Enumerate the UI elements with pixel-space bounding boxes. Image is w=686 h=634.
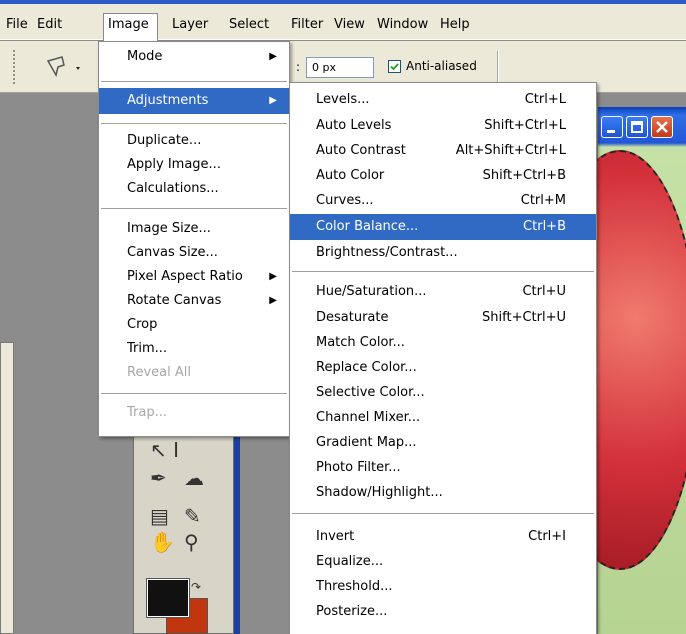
- checkmark-icon: [390, 63, 399, 71]
- custom-shape-icon[interactable]: ☁: [184, 466, 204, 490]
- menu-item-auto-levels[interactable]: Auto Levels Shift+Ctrl+L: [290, 113, 596, 139]
- submenu-arrow-icon: ▶: [269, 51, 277, 62]
- menu-item-replace-color[interactable]: Replace Color...: [290, 355, 596, 381]
- anti-aliased-label: Anti-aliased: [406, 59, 477, 73]
- swap-colors-icon[interactable]: ↷: [191, 575, 201, 599]
- notes-icon[interactable]: ▤: [150, 504, 169, 528]
- menu-item-threshold[interactable]: Threshold...: [290, 574, 596, 600]
- anti-aliased-checkbox[interactable]: [388, 60, 401, 73]
- menu-item-auto-color[interactable]: Auto Color Shift+Ctrl+B: [290, 163, 596, 189]
- eyedropper-icon[interactable]: ✎: [184, 504, 201, 528]
- palette-edge: [0, 342, 14, 634]
- menu-layer[interactable]: Layer: [168, 14, 212, 36]
- feather-label: :: [296, 60, 301, 74]
- menu-item-channel-mixer[interactable]: Channel Mixer...: [290, 405, 596, 431]
- maximize-icon: [631, 121, 643, 133]
- lasso-tool-preset-icon[interactable]: [42, 53, 86, 81]
- minimize-icon: [607, 130, 615, 133]
- menu-item-crop[interactable]: Crop: [99, 312, 289, 338]
- submenu-arrow-icon: ▶: [269, 95, 277, 106]
- menu-item-trim[interactable]: Trim...: [99, 336, 289, 362]
- menu-item-duplicate[interactable]: Duplicate...: [99, 128, 289, 154]
- menu-separator: [101, 81, 287, 82]
- menu-item-invert[interactable]: Invert Ctrl+I: [290, 524, 596, 550]
- zoom-icon[interactable]: ⚲: [184, 530, 199, 554]
- menu-filter[interactable]: Filter: [287, 14, 327, 36]
- move-crop-icon[interactable]: ↖ I: [150, 438, 179, 462]
- menu-file[interactable]: File: [2, 14, 32, 36]
- menu-help[interactable]: Help: [436, 14, 474, 36]
- menu-item-match-color[interactable]: Match Color...: [290, 330, 596, 356]
- menu-item-selective-color[interactable]: Selective Color...: [290, 380, 596, 406]
- menu-item-rotate-canvas[interactable]: Rotate Canvas ▶: [99, 288, 289, 314]
- menu-window[interactable]: Window: [373, 14, 432, 36]
- menu-item-canvas-size[interactable]: Canvas Size...: [99, 240, 289, 266]
- image-menu: Mode ▶ Adjustments ▶ Duplicate... Apply …: [98, 41, 290, 437]
- submenu-arrow-icon: ▶: [269, 271, 277, 282]
- menu-select[interactable]: Select: [225, 14, 273, 36]
- menu-separator: [292, 271, 594, 272]
- menu-item-apply-image[interactable]: Apply Image...: [99, 152, 289, 178]
- submenu-arrow-icon: ▶: [269, 295, 277, 306]
- menu-item-pixel-aspect-ratio[interactable]: Pixel Aspect Ratio ▶: [99, 264, 289, 290]
- foreground-color-swatch[interactable]: [146, 578, 190, 618]
- tools-palette-edge: [234, 420, 240, 634]
- menu-item-gradient-map[interactable]: Gradient Map...: [290, 430, 596, 456]
- options-separator: [497, 51, 499, 85]
- close-icon: [656, 121, 668, 133]
- menu-separator: [101, 123, 287, 124]
- menu-separator: [101, 393, 287, 394]
- hand-icon[interactable]: ✋: [150, 530, 175, 554]
- menu-bar: File Edit Image Layer Select Filter View…: [0, 4, 686, 42]
- menu-item-image-size[interactable]: Image Size...: [99, 216, 289, 242]
- menu-item-posterize[interactable]: Posterize...: [290, 599, 596, 625]
- menu-item-curves[interactable]: Curves... Ctrl+M: [290, 188, 596, 214]
- menu-item-trap: Trap...: [127, 405, 167, 420]
- menu-item-color-balance[interactable]: Color Balance... Ctrl+B: [290, 214, 596, 240]
- menu-item-hue-saturation[interactable]: Hue/Saturation... Ctrl+U: [290, 279, 596, 305]
- menu-view[interactable]: View: [330, 14, 369, 36]
- menu-item-equalize[interactable]: Equalize...: [290, 549, 596, 575]
- feather-input[interactable]: 0 px: [306, 57, 374, 78]
- menu-item-auto-contrast[interactable]: Auto Contrast Alt+Shift+Ctrl+L: [290, 138, 596, 164]
- menu-item-mode[interactable]: Mode ▶: [99, 44, 289, 70]
- menu-item-calculations[interactable]: Calculations...: [99, 176, 289, 202]
- menu-image[interactable]: Image: [103, 13, 158, 42]
- menu-item-desaturate[interactable]: Desaturate Shift+Ctrl+U: [290, 305, 596, 331]
- adjustments-submenu: Levels... Ctrl+L Auto Levels Shift+Ctrl+L …: [289, 82, 597, 634]
- maximize-button[interactable]: [626, 116, 648, 138]
- options-bar-grip[interactable]: [12, 49, 16, 85]
- menu-item-photo-filter[interactable]: Photo Filter...: [290, 455, 596, 481]
- menu-item-brightness-contrast[interactable]: Brightness/Contrast...: [290, 240, 596, 266]
- pen-icon[interactable]: ✒: [150, 466, 167, 490]
- menu-item-levels[interactable]: Levels... Ctrl+L: [290, 87, 596, 113]
- menu-item-adjustments[interactable]: Adjustments ▶: [99, 88, 289, 114]
- menu-edit[interactable]: Edit: [33, 14, 66, 36]
- menu-item-shadow-highlight[interactable]: Shadow/Highlight...: [290, 480, 596, 506]
- menu-separator: [101, 208, 287, 209]
- minimize-button[interactable]: [601, 116, 623, 138]
- menu-item-reveal-all: Reveal All: [127, 365, 191, 380]
- close-button[interactable]: [651, 116, 673, 138]
- menu-separator: [292, 513, 594, 514]
